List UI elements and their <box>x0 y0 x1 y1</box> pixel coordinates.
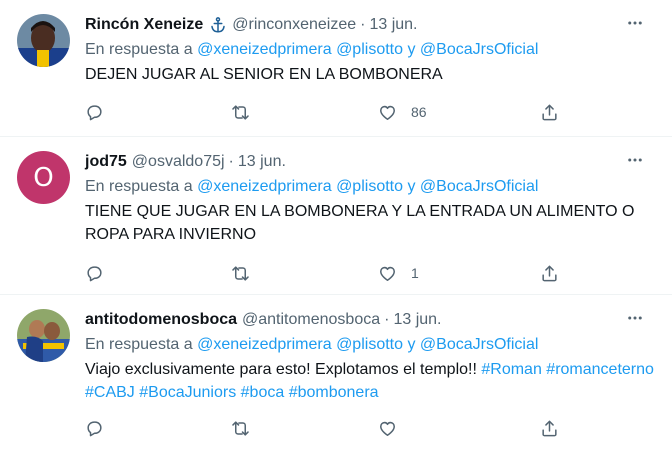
share-icon <box>542 104 557 120</box>
like-button[interactable]: 1 <box>378 264 419 283</box>
tweet[interactable]: Rincón Xeneize @rinconxeneizee · 13 jun.… <box>0 0 672 137</box>
author-handle[interactable]: @osvaldo75j <box>132 153 225 171</box>
reply-icon <box>87 420 102 436</box>
tweet-actions: 1 <box>85 262 654 284</box>
reply-button[interactable] <box>85 103 104 122</box>
retweet-icon <box>232 265 249 281</box>
retweet-button[interactable] <box>231 103 250 122</box>
reply-button[interactable] <box>85 264 104 283</box>
hashtag-link[interactable]: #Roman <box>481 361 541 378</box>
share-button[interactable] <box>540 419 559 438</box>
reply-joiner: y <box>407 178 416 195</box>
share-icon <box>542 265 557 281</box>
author-handle[interactable]: @rinconxeneizee <box>232 16 356 34</box>
tweet-date[interactable]: 13 jun. <box>393 311 441 329</box>
reply-joiner: y <box>407 41 416 58</box>
tweet-date[interactable]: 13 jun. <box>369 16 417 34</box>
author-name[interactable]: Rincón Xeneize <box>85 16 203 34</box>
mention-link[interactable]: @plisotto <box>336 178 403 195</box>
like-count: 86 <box>411 104 427 120</box>
reply-icon <box>87 104 102 120</box>
share-button[interactable] <box>540 103 559 122</box>
mention-link[interactable]: @xeneizedprimera <box>197 41 332 58</box>
hashtag-link[interactable]: #bombonera <box>289 384 379 401</box>
like-icon <box>380 421 395 436</box>
tweet-actions: 86 <box>85 101 654 123</box>
mention-link[interactable]: @BocaJrsOficial <box>420 336 539 353</box>
tweet-date[interactable]: 13 jun. <box>238 153 286 171</box>
anchor-icon <box>209 16 227 34</box>
tweet-text: TIENE QUE JUGAR EN LA BOMBONERA Y LA ENT… <box>85 203 635 243</box>
reply-context: En respuesta a @xeneizedprimera @plisott… <box>85 178 539 195</box>
mention-link[interactable]: @plisotto <box>336 41 403 58</box>
avatar[interactable] <box>17 309 70 362</box>
retweet-icon <box>232 420 249 436</box>
mention-link[interactable]: @BocaJrsOficial <box>420 178 539 195</box>
like-button[interactable] <box>378 419 397 438</box>
reply-context: En respuesta a @xeneizedprimera @plisott… <box>85 336 539 353</box>
reply-button[interactable] <box>85 419 104 438</box>
mention-link[interactable]: @xeneizedprimera <box>197 178 332 195</box>
author-handle[interactable]: @antitomenosboca <box>242 311 380 329</box>
hashtag-link[interactable]: #romanceterno <box>546 361 654 378</box>
more-icon[interactable] <box>626 309 644 327</box>
avatar[interactable] <box>17 14 70 67</box>
hashtag-link[interactable]: #BocaJuniors <box>139 384 236 401</box>
more-icon[interactable] <box>626 14 644 32</box>
like-count: 1 <box>411 265 419 281</box>
retweet-button[interactable] <box>231 419 250 438</box>
reply-context: En respuesta a @xeneizedprimera @plisott… <box>85 41 539 58</box>
mention-link[interactable]: @plisotto <box>336 336 403 353</box>
hashtag-link[interactable]: #boca <box>241 384 285 401</box>
like-icon <box>380 266 395 281</box>
author-name[interactable]: jod75 <box>85 153 127 171</box>
author-name[interactable]: antitodomenosboca <box>85 311 237 329</box>
avatar[interactable]: O <box>17 151 70 204</box>
share-button[interactable] <box>540 264 559 283</box>
more-icon[interactable] <box>626 151 644 169</box>
mention-link[interactable]: @xeneizedprimera <box>197 336 332 353</box>
share-icon <box>542 420 557 436</box>
retweet-icon <box>232 104 249 120</box>
like-icon <box>380 105 395 120</box>
reply-icon <box>87 265 102 281</box>
tweet-text: Viajo exclusivamente para esto! Explotam… <box>85 361 654 401</box>
tweet-text: DEJEN JUGAR AL SENIOR EN LA BOMBONERA <box>85 66 443 83</box>
avatar-letter: O <box>33 162 54 193</box>
hashtag-link[interactable]: #CABJ <box>85 384 135 401</box>
like-button[interactable]: 86 <box>378 103 427 122</box>
tweet-actions <box>85 417 654 439</box>
reply-joiner: y <box>407 336 416 353</box>
retweet-button[interactable] <box>231 264 250 283</box>
mention-link[interactable]: @BocaJrsOficial <box>420 41 539 58</box>
